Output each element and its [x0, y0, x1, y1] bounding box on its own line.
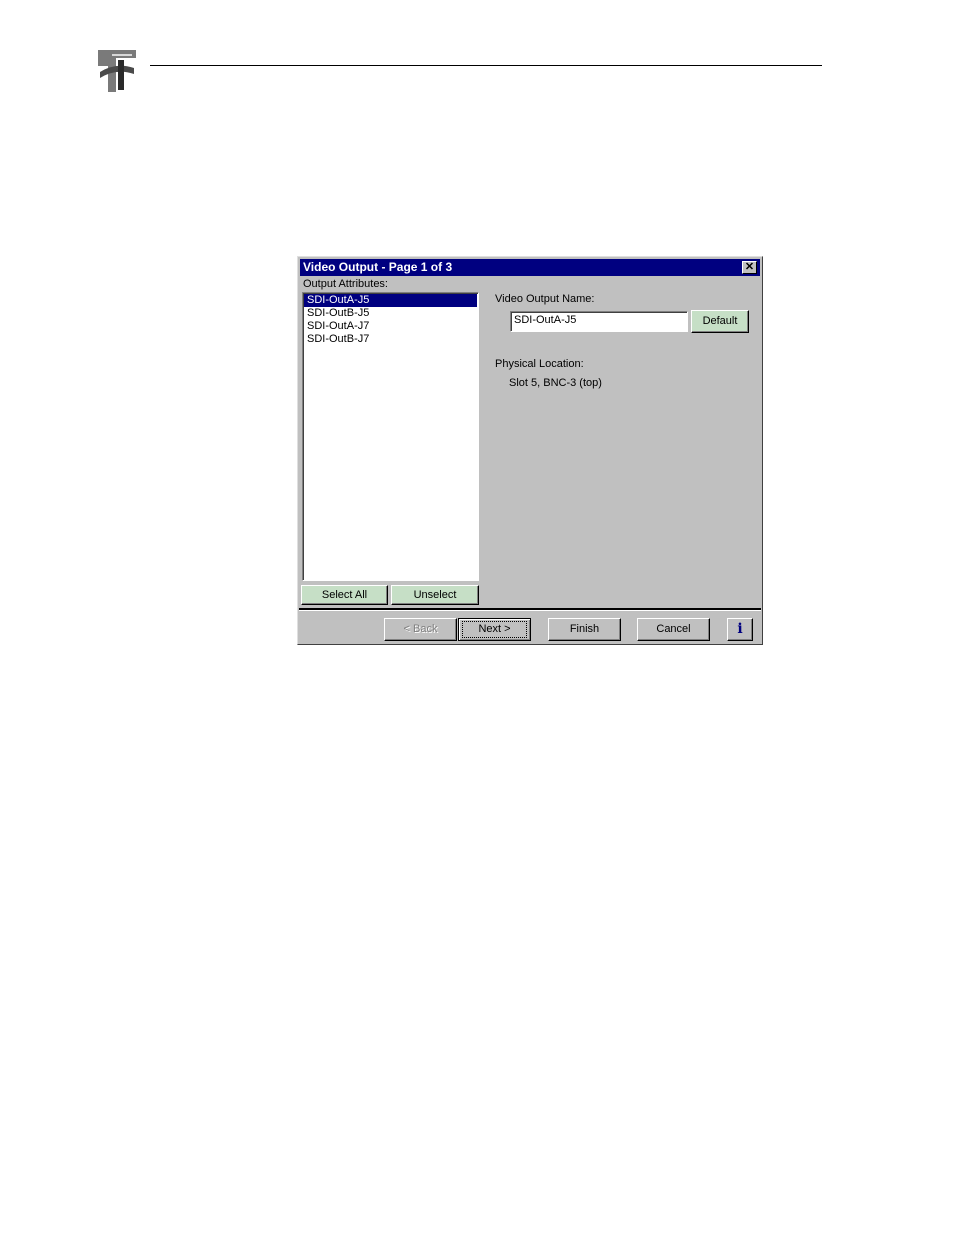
header-rule: [150, 65, 822, 66]
select-all-button[interactable]: Select All: [301, 585, 388, 605]
next-button[interactable]: Next >: [458, 618, 531, 641]
back-button[interactable]: < Back: [384, 618, 457, 641]
close-icon[interactable]: ✕: [742, 261, 757, 274]
list-item[interactable]: SDI-OutA-J7: [304, 320, 477, 333]
title-bar: Video Output - Page 1 of 3 ✕: [300, 259, 760, 276]
video-output-name-label: Video Output Name:: [495, 293, 595, 305]
output-attributes-list[interactable]: SDI-OutA-J5 SDI-OutB-J5 SDI-OutA-J7 SDI-…: [302, 292, 479, 581]
focus-rectangle: [462, 621, 527, 638]
dialog-title: Video Output - Page 1 of 3: [303, 260, 453, 274]
list-item[interactable]: SDI-OutB-J7: [304, 333, 477, 346]
physical-location-value: Slot 5, BNC-3 (top): [509, 377, 602, 389]
info-icon[interactable]: i: [727, 618, 753, 641]
list-item[interactable]: SDI-OutA-J5: [304, 294, 477, 307]
button-separator: [299, 608, 761, 611]
company-logo: [96, 44, 138, 94]
unselect-button[interactable]: Unselect: [391, 585, 479, 605]
physical-location-label: Physical Location:: [495, 358, 584, 370]
output-attributes-label: Output Attributes:: [303, 278, 388, 290]
video-output-name-field[interactable]: SDI-OutA-J5: [510, 311, 688, 332]
default-button[interactable]: Default: [691, 310, 749, 333]
finish-button[interactable]: Finish: [548, 618, 621, 641]
cancel-button[interactable]: Cancel: [637, 618, 710, 641]
video-output-dialog: Video Output - Page 1 of 3 ✕ Output Attr…: [297, 256, 763, 645]
list-item[interactable]: SDI-OutB-J5: [304, 307, 477, 320]
